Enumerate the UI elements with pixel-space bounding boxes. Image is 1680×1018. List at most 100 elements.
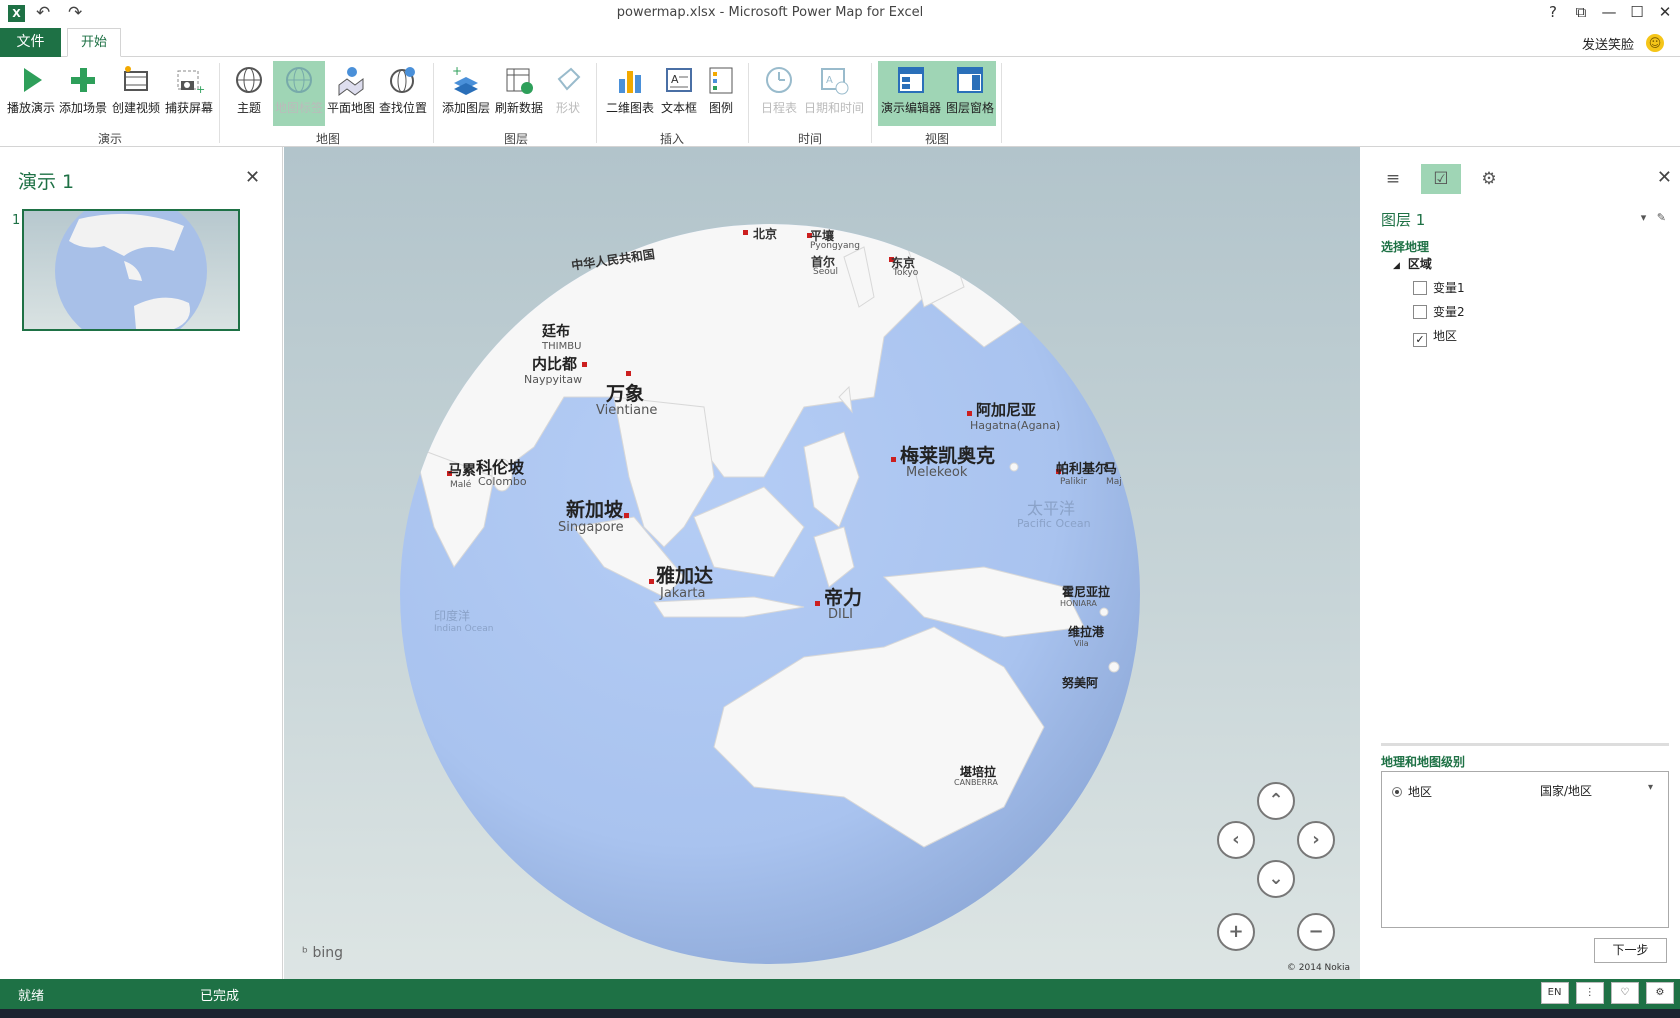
date-time-button[interactable]: A 日期和时间 (803, 61, 865, 126)
capture-screen-button[interactable]: + 捕获屏幕 (164, 61, 214, 126)
close-tour-panel-button[interactable]: ✕ (245, 167, 260, 188)
camera-icon: + (177, 70, 205, 96)
tour-title: 演示 1 (18, 171, 75, 193)
ribbon-separator (748, 63, 749, 143)
svg-text:+: + (452, 64, 462, 78)
map-label-honiara: 霍尼亚拉 (1062, 585, 1111, 599)
language-indicator[interactable]: EN (1540, 982, 1569, 1004)
ribbon-separator (596, 63, 597, 143)
heart-icon[interactable]: ♡ (1610, 982, 1639, 1004)
status-icons: EN ⋮ ♡ ⚙ (1538, 982, 1674, 1004)
tilt-down-button[interactable]: ⌄ (1257, 860, 1295, 898)
geo-level-dropdown-icon[interactable]: ▾ (1648, 782, 1653, 793)
add-layer-button[interactable]: + 添加图层 (440, 61, 492, 126)
theme-button[interactable]: 主题 (226, 61, 272, 126)
plus-icon (71, 68, 95, 92)
info-icon[interactable]: ⋮ (1575, 982, 1604, 1004)
map-label-hagatna: 阿加尼亚 (976, 401, 1037, 419)
map-canvas[interactable]: 中华人民共和国 北京 平壤 Pyongyang 首尔 Seoul 东京 Toky… (284, 147, 1360, 979)
map-labels-button[interactable]: 地图标签 (273, 61, 325, 126)
next-button[interactable]: 下一步 (1594, 938, 1667, 963)
bar-chart-icon (619, 71, 641, 93)
globe-labels-icon (286, 67, 312, 93)
svg-text:+: + (196, 83, 205, 96)
tour-editor-button[interactable]: 演示编辑器 (878, 61, 944, 126)
map-label-vientiane-en: Vientiane (596, 403, 658, 418)
shape-icon (557, 67, 581, 91)
map-label-melekeok: 梅莱凯奥克 (900, 445, 996, 467)
play-tour-button[interactable]: 播放演示 (6, 61, 56, 126)
svg-text:A: A (826, 75, 833, 86)
refresh-data-button[interactable]: 刷新数据 (493, 61, 545, 126)
field-region[interactable]: ✓ 地区 (1413, 327, 1457, 347)
layer-pane-button[interactable]: 图层窗格 (944, 61, 996, 126)
tilt-up-button[interactable]: ⌃ (1257, 782, 1295, 820)
tab-home[interactable]: 开始 (67, 28, 121, 57)
tab-layers[interactable]: ≡ (1373, 164, 1413, 194)
tab-layer-settings[interactable]: ⚙ (1469, 164, 1509, 194)
status-completed: 已完成 (200, 989, 240, 1004)
zoom-out-button[interactable]: − (1297, 913, 1335, 951)
checklist-icon: ☑ (1433, 169, 1449, 189)
send-smile-label[interactable]: 发送笑脸 (1582, 34, 1634, 53)
region-tree-node[interactable]: ◢ 区域 (1393, 255, 1432, 272)
tab-file[interactable]: 文件 (0, 28, 61, 57)
tour-editor-icon (898, 67, 924, 93)
textbox-button[interactable]: A 文本框 (658, 61, 700, 126)
rotate-right-button[interactable]: › (1297, 821, 1335, 859)
tab-field-list[interactable]: ☑ (1421, 164, 1461, 194)
find-location-button[interactable]: 查找位置 (377, 61, 429, 126)
add-scene-button[interactable]: 添加场景 (58, 61, 108, 126)
ribbon-separator (1001, 63, 1002, 143)
flat-map-button[interactable]: 平面地图 (326, 61, 376, 126)
clock-icon (766, 67, 792, 93)
help-button[interactable]: ? (1539, 3, 1567, 21)
create-video-button[interactable]: 创建视频 (110, 61, 162, 126)
layer-options[interactable]: ▾ ✎ (1641, 211, 1666, 224)
map-label-naypyitaw-en: Naypyitaw (524, 373, 583, 386)
textbox-icon: A (666, 68, 692, 92)
map-label-male: 马累 (448, 463, 476, 479)
panel-divider (1381, 743, 1669, 746)
ribbon: 播放演示 添加场景 创建视频 + 捕获屏幕 演示 主题 地图标签 平面地图 查找… (0, 57, 1680, 147)
map-label-vila-en: Vila (1074, 639, 1089, 648)
scene-thumbnail[interactable] (22, 209, 240, 331)
geo-level-select[interactable]: 国家/地区 (1540, 782, 1592, 799)
edit-icon[interactable]: ✎ (1657, 211, 1666, 224)
title-bar: X ↶ ↷ powermap.xlsx - Microsoft Power Ma… (0, 0, 1680, 28)
smiley-icon[interactable]: ☺ (1646, 34, 1664, 52)
close-layer-pane-button[interactable]: ✕ (1657, 167, 1672, 188)
field-variable2[interactable]: 变量2 (1413, 303, 1465, 320)
checkbox-variable2[interactable] (1413, 305, 1427, 319)
checkbox-region[interactable]: ✓ (1413, 333, 1427, 347)
group-insert-label: 插入 (659, 132, 684, 146)
legend-button[interactable]: 图例 (703, 61, 739, 126)
globe-theme-icon (236, 67, 262, 93)
group-tour-label: 演示 (97, 132, 122, 146)
layer-name: 图层 1 (1381, 211, 1426, 229)
chart-2d-button[interactable]: 二维图表 (604, 61, 656, 126)
minimize-button[interactable]: — (1595, 3, 1623, 21)
map-label-thimphu: 廷布 (542, 324, 570, 340)
scene-number: 1 (12, 213, 21, 228)
rotate-left-button[interactable]: ‹ (1217, 821, 1255, 859)
geo-field-row[interactable]: 地区 (1392, 783, 1432, 800)
shape-button[interactable]: 形状 (547, 61, 589, 126)
settings-gear-icon[interactable]: ⚙ (1646, 982, 1674, 1004)
zoom-in-button[interactable]: + (1217, 913, 1255, 951)
restore-ribbon-button[interactable]: ⧉ (1567, 3, 1595, 21)
ribbon-separator (219, 63, 220, 143)
maximize-button[interactable]: ☐ (1623, 3, 1651, 21)
field-variable1[interactable]: 变量1 (1413, 279, 1465, 296)
map-label-jakarta-en: Jakarta (660, 586, 706, 601)
map-label-male-en: Malé (450, 480, 472, 490)
dropdown-icon[interactable]: ▾ (1641, 211, 1647, 224)
select-geography-label: 选择地理 (1381, 240, 1430, 254)
checkbox-variable1[interactable] (1413, 281, 1427, 295)
map-label-majuro-en: Maj (1106, 477, 1122, 487)
timeline-button[interactable]: 日程表 (756, 61, 802, 126)
collapse-icon[interactable]: ◢ (1393, 261, 1400, 271)
radio-selected-icon[interactable] (1392, 787, 1402, 797)
close-window-button[interactable]: ✕ (1651, 3, 1679, 21)
date-time-icon: A (821, 68, 849, 95)
